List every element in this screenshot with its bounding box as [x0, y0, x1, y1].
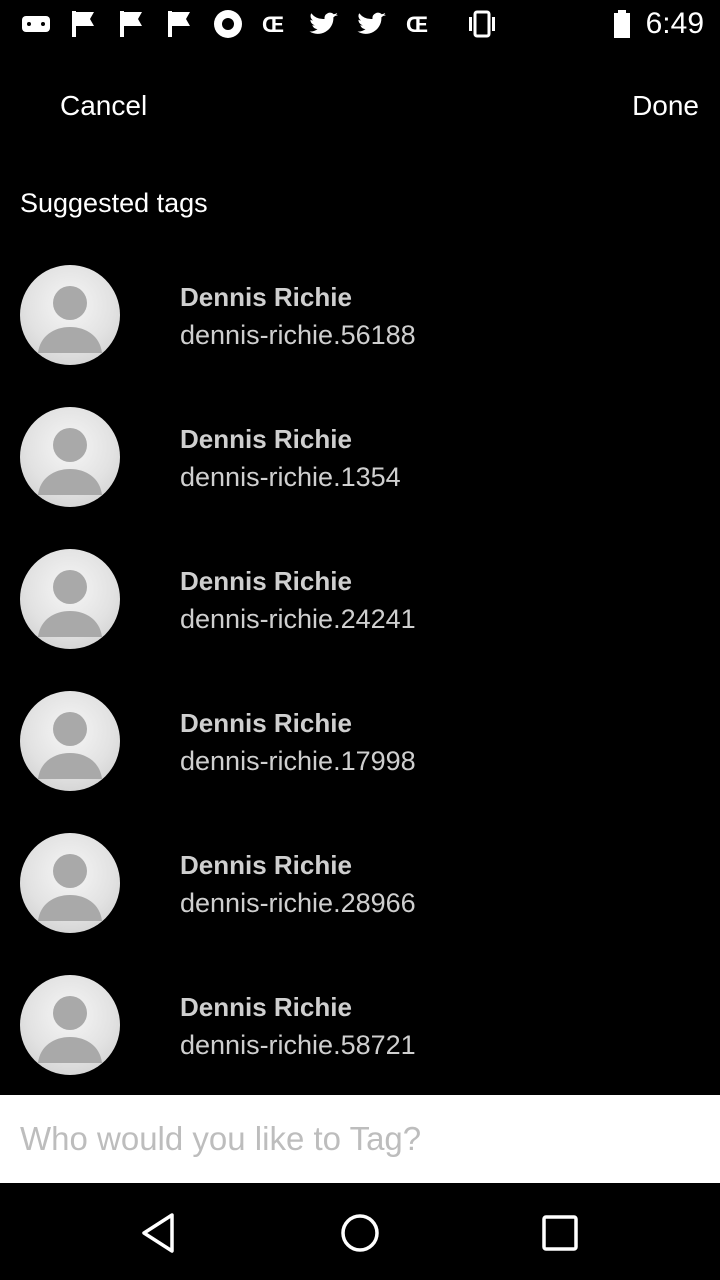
- battery-icon: [614, 10, 630, 38]
- avatar: [20, 549, 120, 649]
- suggestion-name: Dennis Richie: [180, 424, 352, 454]
- section-title: Suggested tags: [20, 188, 208, 218]
- svg-text:Œ: Œ: [406, 12, 428, 37]
- twitter-icon: [309, 12, 338, 34]
- cancel-button[interactable]: Cancel: [60, 90, 147, 122]
- suggestions-list: Dennis Richie dennis-richie.56188 Dennis…: [0, 244, 720, 1096]
- suggestion-handle: dennis-richie.56188: [180, 320, 416, 350]
- status-bar: Œ Œ 6:49: [0, 0, 720, 48]
- suggestion-item[interactable]: Dennis Richie dennis-richie.58721: [0, 954, 720, 1096]
- suggestion-name: Dennis Richie: [180, 850, 352, 880]
- suggestion-item[interactable]: Dennis Richie dennis-richie.17998: [0, 670, 720, 812]
- vibrate-icon: [469, 10, 495, 38]
- suggestion-handle: dennis-richie.58721: [180, 1030, 416, 1060]
- tag-input-container: [0, 1095, 720, 1183]
- suggestion-item[interactable]: Dennis Richie dennis-richie.1354: [0, 386, 720, 528]
- suggestion-handle: dennis-richie.28966: [180, 888, 416, 918]
- home-icon[interactable]: [332, 1205, 388, 1261]
- person-icon: [38, 854, 102, 921]
- flag-icon: [168, 11, 190, 37]
- status-time: 6:49: [645, 7, 704, 40]
- suggestion-handle: dennis-richie.24241: [180, 604, 416, 634]
- flag-icon: [120, 11, 142, 37]
- tag-search-input[interactable]: [0, 1095, 720, 1183]
- suggestion-name: Dennis Richie: [180, 566, 352, 596]
- suggestion-name: Dennis Richie: [180, 708, 352, 738]
- pinterest-icon: Œ: [262, 12, 284, 37]
- navigation-bar: [0, 1183, 720, 1280]
- twitter-icon: [357, 12, 386, 34]
- svg-text:Œ: Œ: [262, 12, 284, 37]
- avatar: [20, 833, 120, 933]
- person-icon: [38, 428, 102, 495]
- avatar: [20, 975, 120, 1075]
- avatar: [20, 407, 120, 507]
- suggestion-name: Dennis Richie: [180, 992, 352, 1022]
- flag-icon: [72, 11, 94, 37]
- suggestion-item[interactable]: Dennis Richie dennis-richie.28966: [0, 812, 720, 954]
- person-icon: [38, 712, 102, 779]
- avatar: [20, 691, 120, 791]
- suggestion-item[interactable]: Dennis Richie dennis-richie.56188: [0, 244, 720, 386]
- recents-icon[interactable]: [532, 1205, 588, 1261]
- gamepad-icon: [22, 16, 50, 32]
- done-button[interactable]: Done: [632, 90, 699, 122]
- avatar: [20, 265, 120, 365]
- person-icon: [38, 286, 102, 353]
- person-icon: [38, 996, 102, 1063]
- person-icon: [38, 570, 102, 637]
- pinterest-icon: Œ: [406, 12, 428, 37]
- back-icon[interactable]: [132, 1205, 188, 1261]
- suggestion-item[interactable]: Dennis Richie dennis-richie.24241: [0, 528, 720, 670]
- suggestion-handle: dennis-richie.1354: [180, 462, 401, 492]
- suggestion-name: Dennis Richie: [180, 282, 352, 312]
- record-icon: [214, 10, 242, 38]
- suggestion-handle: dennis-richie.17998: [180, 746, 416, 776]
